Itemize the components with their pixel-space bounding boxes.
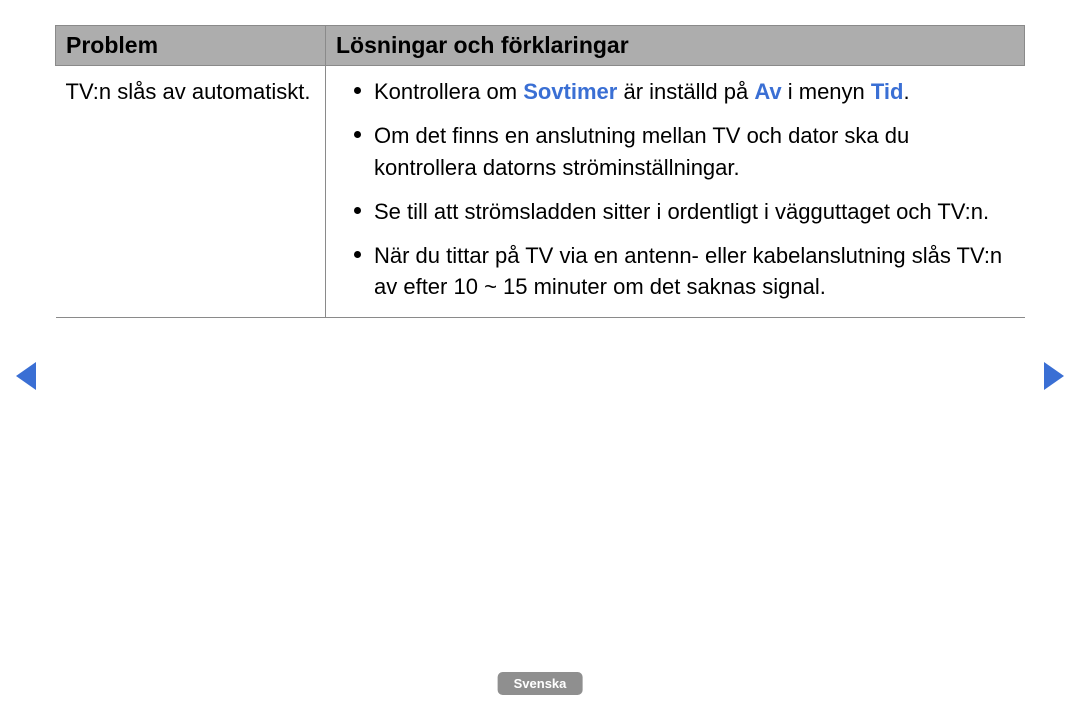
troubleshoot-table: Problem Lösningar och förklaringar TV:n … xyxy=(55,25,1025,318)
highlight-tid: Tid xyxy=(871,79,904,104)
header-problem: Problem xyxy=(56,26,326,66)
language-badge: Svenska xyxy=(498,672,583,695)
solutions-cell: Kontrollera om Sovtimer är inställd på A… xyxy=(326,66,1025,318)
next-page-arrow[interactable] xyxy=(1044,362,1064,390)
problem-cell: TV:n slås av automatiskt. xyxy=(56,66,326,318)
highlight-sovtimer: Sovtimer xyxy=(523,79,617,104)
list-item: När du tittar på TV via en antenn- eller… xyxy=(354,240,1015,304)
header-solutions: Lösningar och förklaringar xyxy=(326,26,1025,66)
list-item: Om det finns en anslutning mellan TV och… xyxy=(354,120,1015,184)
table-row: TV:n slås av automatiskt. Kontrollera om… xyxy=(56,66,1025,318)
highlight-av: Av xyxy=(754,79,781,104)
solutions-list: Kontrollera om Sovtimer är inställd på A… xyxy=(336,76,1015,303)
list-item: Se till att strömsladden sitter i ordent… xyxy=(354,196,1015,228)
list-item: Kontrollera om Sovtimer är inställd på A… xyxy=(354,76,1015,108)
prev-page-arrow[interactable] xyxy=(16,362,36,390)
